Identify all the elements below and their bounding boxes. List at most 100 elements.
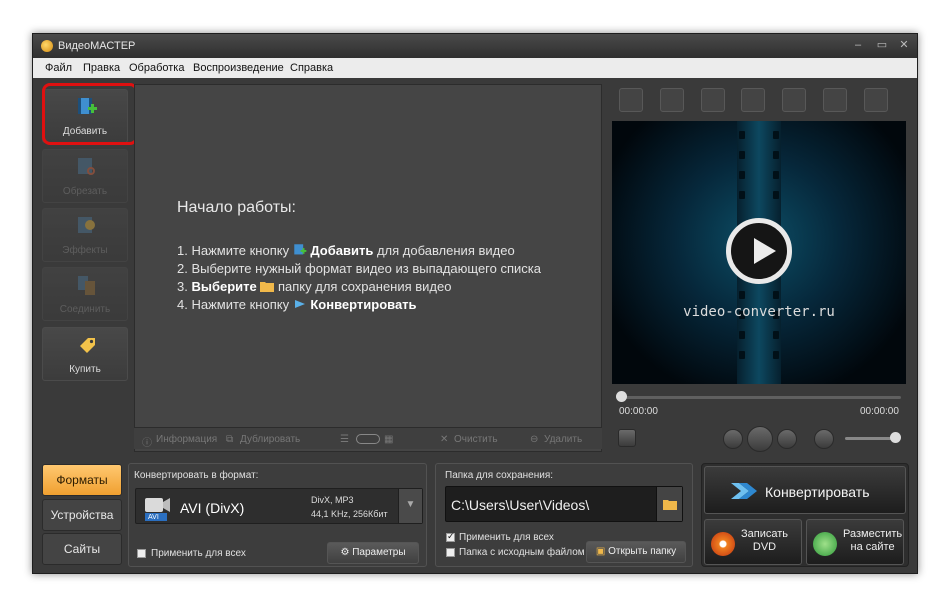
volume-slider[interactable]	[845, 437, 895, 440]
volume-icon[interactable]	[814, 429, 834, 449]
format-label: Конвертировать в формат:	[134, 470, 259, 481]
save-path-field[interactable]: C:\Users\User\Videos\	[445, 486, 683, 522]
burn-dvd-button[interactable]: Записать DVD	[704, 519, 802, 565]
convert-label: Конвертировать	[765, 484, 870, 500]
preview-toolbar	[611, 84, 905, 118]
current-time: 00:00:00	[619, 406, 658, 417]
dvd-label: Записать DVD	[741, 528, 788, 554]
grid-view-icon[interactable]: ▦	[384, 434, 393, 445]
tab-devices[interactable]: Устройства	[42, 499, 122, 531]
seek-bar[interactable]	[616, 396, 901, 399]
folder-icon	[663, 500, 677, 510]
clear-icon: ✕	[440, 434, 449, 445]
prev-icon[interactable]	[723, 429, 743, 449]
title-bar: ВидеоМАСТЕР ‒ ▭ ✕	[33, 34, 917, 58]
play-icon[interactable]	[747, 426, 773, 452]
format-codec: DivX, MP3	[311, 495, 354, 505]
convert-button[interactable]: Конвертировать	[704, 466, 906, 514]
app-logo-icon	[41, 40, 53, 52]
menu-processing[interactable]: Обработка	[129, 62, 184, 74]
menu-file[interactable]: Файл	[45, 62, 72, 74]
info-icon: ⓘ	[142, 438, 152, 449]
close-button[interactable]: ✕	[895, 38, 913, 52]
params-button[interactable]: ⚙ Параметры	[327, 542, 419, 564]
big-play-icon[interactable]	[726, 218, 792, 284]
effects-button[interactable]: Эффекты	[42, 208, 128, 262]
join-button-label: Соединить	[59, 304, 111, 315]
convert-arrow-icon	[294, 300, 305, 308]
crop-icon[interactable]	[619, 88, 643, 112]
browse-folder-button[interactable]	[656, 487, 682, 521]
clear-button[interactable]: Очистить	[454, 434, 498, 445]
delete-button[interactable]: Удалить	[544, 434, 582, 445]
apply-all-save-label: Применить для всех	[459, 532, 554, 543]
join-icon	[78, 276, 95, 295]
video-preview[interactable]: video-converter.ru	[612, 121, 906, 384]
cut-button-label: Обрезать	[62, 186, 108, 197]
tab-formats[interactable]: Форматы	[42, 464, 122, 496]
format-select[interactable]: AVI AVI (DivX) DivX, MP3 44,1 KHz, 256Кб…	[135, 488, 423, 524]
publish-web-button[interactable]: Разместить на сайте	[806, 519, 904, 565]
open-folder-button[interactable]: ▣ Открыть папку	[586, 541, 686, 563]
apply-all-format-checkbox[interactable]	[137, 549, 146, 558]
maximize-button[interactable]: ▭	[873, 38, 891, 52]
menu-help[interactable]: Справка	[290, 62, 333, 74]
format-audio: 44,1 KHz, 256Кбит	[311, 509, 388, 519]
format-box: Конвертировать в формат: AVI AVI (DivX) …	[128, 463, 427, 567]
effects-icon	[78, 217, 95, 233]
save-folder-box: Папка для сохранения: C:\Users\User\Vide…	[435, 463, 693, 567]
add-button-highlight	[42, 83, 138, 145]
duplicate-button[interactable]: Дублировать	[240, 434, 300, 445]
snapshot-button[interactable]	[618, 429, 636, 447]
snapshot-icon[interactable]	[660, 88, 684, 112]
delete-icon: ⊖	[530, 434, 539, 445]
list-view-icon[interactable]: ☰	[340, 434, 349, 445]
menu-playback[interactable]: Воспроизведение	[193, 62, 284, 74]
total-time: 00:00:00	[860, 406, 899, 417]
intro-step-1: 1. Нажмите кнопку Добавить для добавлени…	[177, 243, 515, 258]
buy-button[interactable]: Купить	[42, 327, 128, 381]
format-panel: Форматы Устройства Сайты Конвертировать …	[39, 462, 427, 568]
film-edit-icon[interactable]	[741, 88, 765, 112]
volume-handle[interactable]	[890, 432, 901, 443]
preview-watermark: video-converter.ru	[683, 304, 835, 320]
tab-sites[interactable]: Сайты	[42, 533, 122, 565]
params-label: Параметры	[352, 547, 406, 558]
step1-bold: Добавить	[310, 243, 374, 258]
apply-all-save-checkbox[interactable]	[446, 531, 455, 542]
info-button[interactable]: Информация	[156, 434, 217, 445]
minimize-button[interactable]: ‒	[849, 38, 867, 52]
join-button[interactable]: Соединить	[42, 267, 128, 321]
file-list-area[interactable]: Начало работы: 1. Нажмите кнопку Добавит…	[134, 84, 602, 452]
step1-text: 1. Нажмите кнопку	[177, 243, 290, 258]
fullscreen-icon[interactable]	[864, 88, 888, 112]
web-line1: Разместить	[843, 528, 903, 540]
convert-arrow-icon	[731, 483, 757, 499]
step4-bold: Конвертировать	[310, 297, 417, 312]
speed-icon[interactable]	[782, 88, 806, 112]
save-path-value: C:\Users\User\Videos\	[451, 497, 590, 513]
view-toggle[interactable]	[356, 434, 380, 444]
next-icon[interactable]	[777, 429, 797, 449]
source-folder-checkbox[interactable]	[446, 548, 455, 557]
chevron-down-icon[interactable]: ▼	[398, 489, 422, 523]
menu-bar: Файл Правка Обработка Воспроизведение Сп…	[33, 58, 917, 78]
brightness-icon[interactable]	[701, 88, 725, 112]
effects-button-label: Эффекты	[62, 245, 108, 256]
apply-all-format-label: Применить для всех	[151, 548, 246, 559]
duplicate-icon: ⧉	[226, 434, 234, 445]
window-title: ВидеоМАСТЕР	[58, 40, 136, 52]
buy-button-label: Купить	[69, 364, 101, 375]
open-folder-icon: ▣	[595, 546, 609, 557]
menu-edit[interactable]: Правка	[83, 62, 120, 74]
seek-handle[interactable]	[616, 391, 627, 402]
folder-icon	[260, 282, 275, 292]
gear-icon: ⚙	[340, 547, 353, 558]
intro-heading: Начало работы:	[177, 199, 296, 216]
dvd-line1: Записать	[741, 528, 789, 540]
gif-icon[interactable]	[823, 88, 847, 112]
scissors-icon	[78, 158, 95, 175]
cut-button[interactable]: Обрезать	[42, 149, 128, 203]
step1-post: для добавления видео	[376, 243, 515, 258]
format-name: AVI (DivX)	[180, 500, 245, 516]
